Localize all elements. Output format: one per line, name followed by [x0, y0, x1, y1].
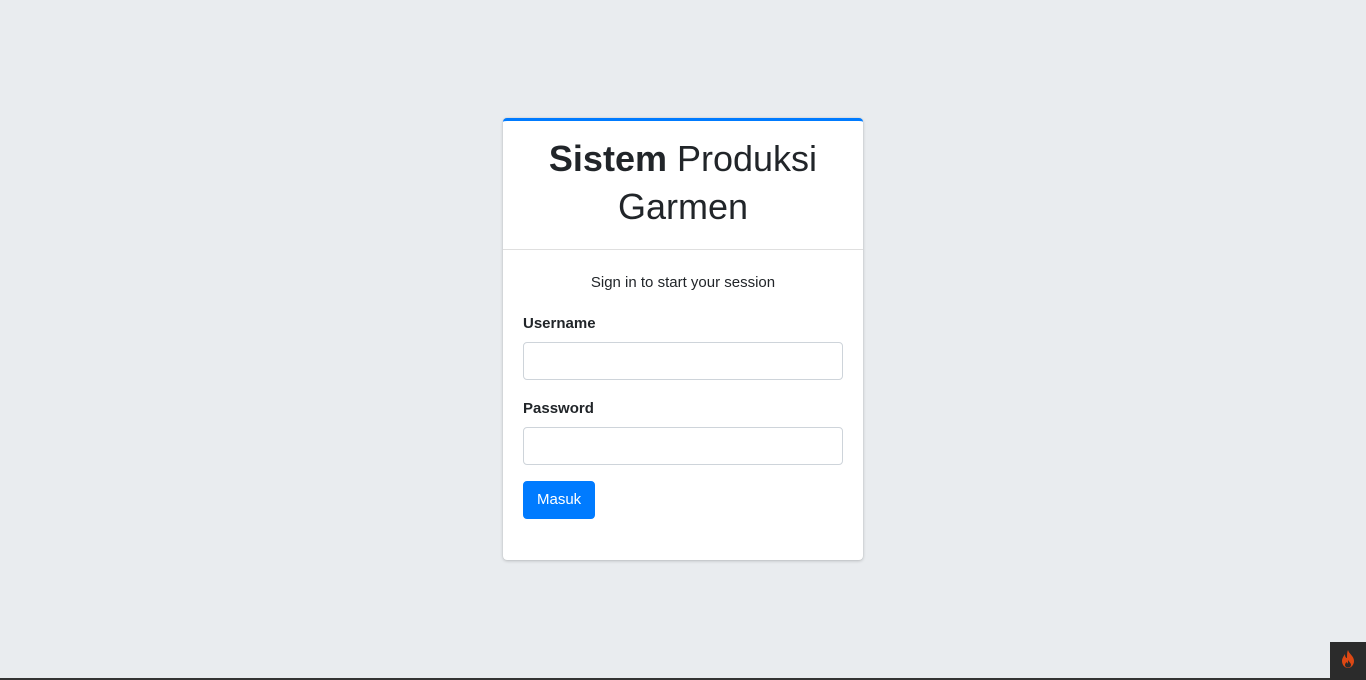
password-label: Password [523, 400, 594, 417]
login-message: Sign in to start your session [590, 274, 776, 291]
login-header: Sistem Produksi Garmen [503, 121, 863, 250]
username-input[interactable] [523, 342, 843, 380]
app-title-bold: Sistem [548, 138, 667, 179]
username-label: Username [523, 315, 596, 332]
login-form: Username Password Masuk [523, 315, 843, 519]
flame-icon [1339, 649, 1357, 674]
login-card: Sistem Produksi Garmen Sign in to start … [503, 118, 863, 560]
login-body: Sign in to start your session Username P… [503, 250, 863, 539]
debug-toolbar-toggle[interactable] [1330, 642, 1366, 680]
masuk-button[interactable]: Masuk [523, 481, 596, 519]
app-title-link[interactable]: Sistem Produksi Garmen [549, 138, 817, 227]
password-input[interactable] [523, 427, 843, 465]
